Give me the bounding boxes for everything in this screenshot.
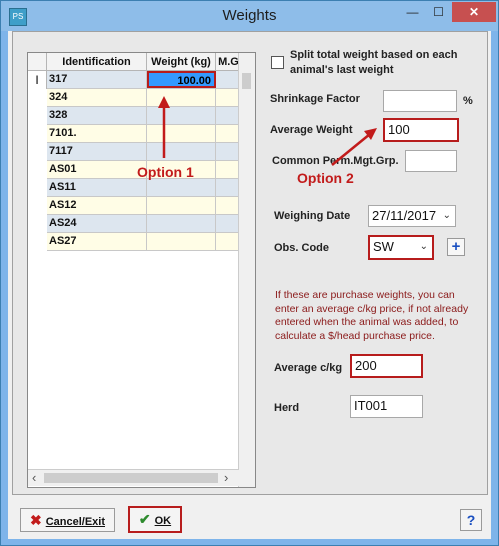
weights-window: PS Weights — ☐ ✕ Identification Weight (… (0, 0, 499, 546)
cell-identification: 7101. (47, 125, 147, 142)
cell-weight[interactable] (147, 107, 216, 124)
weighing-date-label: Weighing Date (274, 210, 351, 222)
cell-identification: 7117 (47, 143, 147, 160)
shrinkage-factor-input[interactable] (383, 90, 457, 112)
cell-weight[interactable] (147, 89, 216, 106)
checkmark-icon: ✔ (138, 511, 151, 527)
close-button[interactable]: ✕ (452, 2, 496, 22)
chevron-down-icon[interactable]: ⌄ (443, 206, 451, 226)
vertical-scroll-thumb[interactable] (242, 73, 251, 89)
table-row[interactable]: AS12 (47, 197, 255, 215)
ok-button[interactable]: ✔ OK (128, 506, 182, 533)
cell-identification: 324 (47, 89, 147, 106)
scroll-left-icon[interactable]: ‹ (32, 470, 36, 485)
cell-identification: AS27 (47, 233, 147, 250)
cell-weight[interactable] (147, 143, 216, 160)
table-row[interactable]: 324 (47, 89, 255, 107)
common-perm-mgt-grp-label: Common Perm.Mgt.Grp. (272, 155, 399, 167)
obs-code-label: Obs. Code (274, 242, 330, 254)
help-button[interactable]: ? (460, 509, 482, 531)
herd-label: Herd (274, 402, 300, 414)
table-row[interactable]: 7117 (47, 143, 255, 161)
horizontal-scroll-thumb[interactable] (44, 473, 218, 483)
table-row[interactable]: AS11 (47, 179, 255, 197)
obs-code-value: SW (373, 239, 394, 254)
percent-label: % (463, 95, 473, 107)
scroll-right-icon[interactable]: › (224, 470, 228, 485)
grid-vertical-scrollbar[interactable] (238, 53, 255, 487)
cell-weight[interactable] (147, 179, 216, 196)
maximize-button[interactable]: ☐ (426, 2, 451, 22)
current-row-indicator: I (28, 71, 47, 89)
option1-annotation: Option 1 (137, 164, 194, 180)
grid-horizontal-scrollbar[interactable]: ‹ › (28, 469, 239, 486)
table-row[interactable]: 7101. (47, 125, 255, 143)
cell-identification: AS24 (47, 215, 147, 232)
cell-identification: AS11 (47, 179, 147, 196)
table-row[interactable]: AS27 (47, 233, 255, 251)
weighing-date-value: 27/11/2017 (372, 208, 437, 223)
client-area: Identification Weight (kg) M.Grp. I 317 … (8, 31, 491, 539)
split-weight-checkbox[interactable] (271, 56, 284, 69)
average-ckg-label: Average c/kg (274, 362, 343, 374)
purchase-weights-note: If these are purchase weights, you can e… (275, 289, 469, 342)
cell-weight[interactable] (147, 197, 216, 214)
cancel-exit-button[interactable]: ✖ Cancel/Exit (20, 508, 115, 532)
herd-input[interactable]: IT001 (350, 395, 423, 418)
common-perm-mgt-grp-input[interactable] (405, 150, 457, 172)
cell-identification: 328 (47, 107, 147, 124)
cell-weight[interactable] (147, 215, 216, 232)
minimize-button[interactable]: — (399, 2, 426, 22)
cancel-exit-label: Cancel/Exit (45, 516, 106, 528)
cell-weight-selected[interactable]: 100.00 (147, 71, 216, 88)
split-weight-label: Split total weight based on each animal'… (290, 49, 458, 76)
obs-code-select[interactable]: SW ⌄ (368, 235, 434, 260)
option2-annotation: Option 2 (297, 170, 354, 186)
column-header-weight[interactable]: Weight (kg) (147, 53, 216, 71)
shrinkage-factor-label: Shrinkage Factor (270, 93, 360, 105)
chevron-down-icon[interactable]: ⌄ (420, 237, 428, 257)
table-row[interactable]: AS24 (47, 215, 255, 233)
add-obs-code-button[interactable]: + (447, 238, 465, 256)
title-bar[interactable]: PS Weights — ☐ ✕ (1, 1, 498, 31)
main-panel: Identification Weight (kg) M.Grp. I 317 … (12, 31, 488, 495)
cell-weight[interactable] (147, 233, 216, 250)
weighing-date-picker[interactable]: 27/11/2017 ⌄ (368, 205, 456, 227)
average-weight-label: Average Weight (270, 124, 353, 136)
average-weight-input[interactable]: 100 (383, 118, 459, 142)
table-row[interactable]: 328 (47, 107, 255, 125)
cell-weight[interactable] (147, 125, 216, 142)
table-row[interactable]: 317 100.00 (47, 71, 255, 89)
row-indicator-header (28, 53, 47, 71)
weights-grid[interactable]: Identification Weight (kg) M.Grp. I 317 … (27, 52, 256, 488)
cell-identification: AS01 (47, 161, 147, 178)
cell-identification: AS12 (47, 197, 147, 214)
ok-label: OK (154, 515, 172, 527)
average-ckg-input[interactable]: 200 (350, 354, 423, 378)
cell-identification: 317 (47, 71, 147, 88)
cancel-x-icon: ✖ (29, 512, 42, 528)
column-header-identification[interactable]: Identification (47, 53, 147, 71)
